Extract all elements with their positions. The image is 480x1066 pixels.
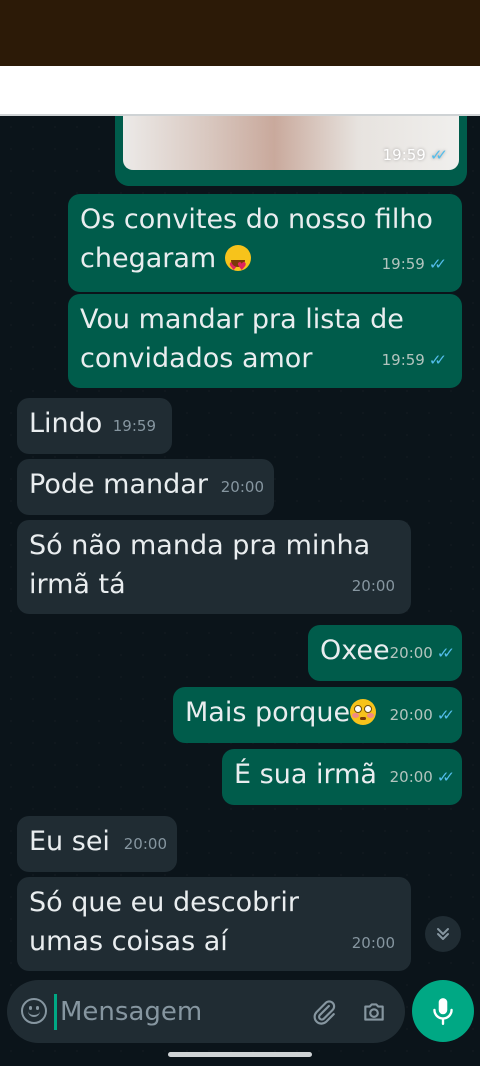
- microphone-icon[interactable]: [412, 980, 474, 1042]
- message-meta: 20:00: [352, 924, 395, 963]
- emoji-icon[interactable]: [21, 998, 47, 1024]
- message-text: Vou mandar pra lista de convidados amor: [80, 304, 413, 374]
- chat-area[interactable]: 19:59 ✓✓ Os convites do nosso filho cheg…: [0, 116, 480, 1066]
- message-meta: 20:00 ✓✓: [389, 696, 455, 735]
- read-receipt-icon: ✓✓: [436, 644, 455, 662]
- read-receipt-icon: ✓✓: [436, 706, 455, 724]
- image-message[interactable]: 19:59 ✓✓: [115, 116, 467, 186]
- double-chevron-down-icon[interactable]: [425, 916, 461, 952]
- read-receipt-icon: ✓✓: [428, 351, 447, 369]
- message-time: 20:00: [351, 577, 395, 595]
- message-time: 20:00: [389, 706, 433, 724]
- message-text: Pode mandar: [29, 469, 208, 500]
- camera-icon[interactable]: [357, 995, 391, 1029]
- message-meta: 20:00: [124, 825, 167, 864]
- message-time: 20:00: [220, 478, 264, 496]
- message-text: Só não manda pra minha irmã tá: [29, 530, 379, 600]
- outgoing-message[interactable]: Vou mandar pra lista de convidados amor …: [68, 294, 462, 388]
- message-text: É sua irmã: [234, 759, 377, 790]
- message-time: 19:59: [382, 146, 426, 164]
- outgoing-message[interactable]: Os convites do nosso filho chegaram 19:5…: [68, 194, 462, 292]
- message-text: Oxee: [320, 635, 390, 666]
- outgoing-message[interactable]: Mais porque 20:00 ✓✓: [173, 687, 462, 743]
- home-indicator[interactable]: [168, 1052, 312, 1057]
- message-meta: 19:59 ✓✓: [381, 341, 447, 380]
- text-cursor: [54, 994, 57, 1030]
- header-bar: [0, 66, 480, 116]
- message-photo[interactable]: 19:59 ✓✓: [123, 116, 459, 170]
- status-bar: [0, 0, 480, 66]
- message-time: 20:00: [389, 768, 433, 786]
- message-time: 19:59: [112, 417, 156, 435]
- message-time: 20:00: [389, 644, 433, 662]
- message-text: Só que eu descobrir umas coisas aí: [29, 887, 308, 957]
- message-time: 20:00: [123, 835, 167, 853]
- read-receipt-icon: ✓✓: [428, 255, 447, 273]
- outgoing-message[interactable]: É sua irmã 20:00 ✓✓: [222, 749, 462, 805]
- message-meta: 20:00: [221, 468, 264, 507]
- message-meta: 19:59 ✓✓: [381, 245, 447, 284]
- message-time: 19:59: [381, 351, 425, 369]
- message-text: Eu sei: [29, 826, 110, 857]
- message-meta: 20:00: [352, 567, 395, 606]
- message-time: 20:00: [351, 934, 395, 952]
- paperclip-icon[interactable]: [307, 995, 341, 1029]
- message-composer[interactable]: [7, 980, 405, 1043]
- incoming-message[interactable]: Só que eu descobrir umas coisas aí 20:00: [17, 877, 411, 971]
- incoming-message[interactable]: Eu sei 20:00: [17, 816, 177, 872]
- message-input[interactable]: [60, 990, 300, 1034]
- outgoing-message[interactable]: Oxee 20:00 ✓✓: [308, 625, 462, 681]
- message-meta: 20:00 ✓✓: [389, 634, 455, 673]
- incoming-message[interactable]: Lindo 19:59: [17, 398, 172, 454]
- message-time: 19:59: [381, 255, 425, 273]
- message-text: Lindo: [29, 408, 103, 439]
- read-receipt-icon: ✓✓: [436, 768, 455, 786]
- read-receipt-icon: ✓✓: [429, 146, 448, 164]
- message-meta: 19:59: [113, 407, 156, 446]
- message-meta: 20:00 ✓✓: [389, 758, 455, 797]
- heart-eyes-emoji: [224, 245, 251, 286]
- message-text: Mais porque: [185, 697, 351, 728]
- message-meta: 19:59 ✓✓: [382, 146, 448, 164]
- incoming-message[interactable]: Pode mandar 20:00: [17, 459, 274, 515]
- incoming-message[interactable]: Só não manda pra minha irmã tá 20:00: [17, 520, 411, 614]
- flushed-face-emoji: [350, 699, 377, 725]
